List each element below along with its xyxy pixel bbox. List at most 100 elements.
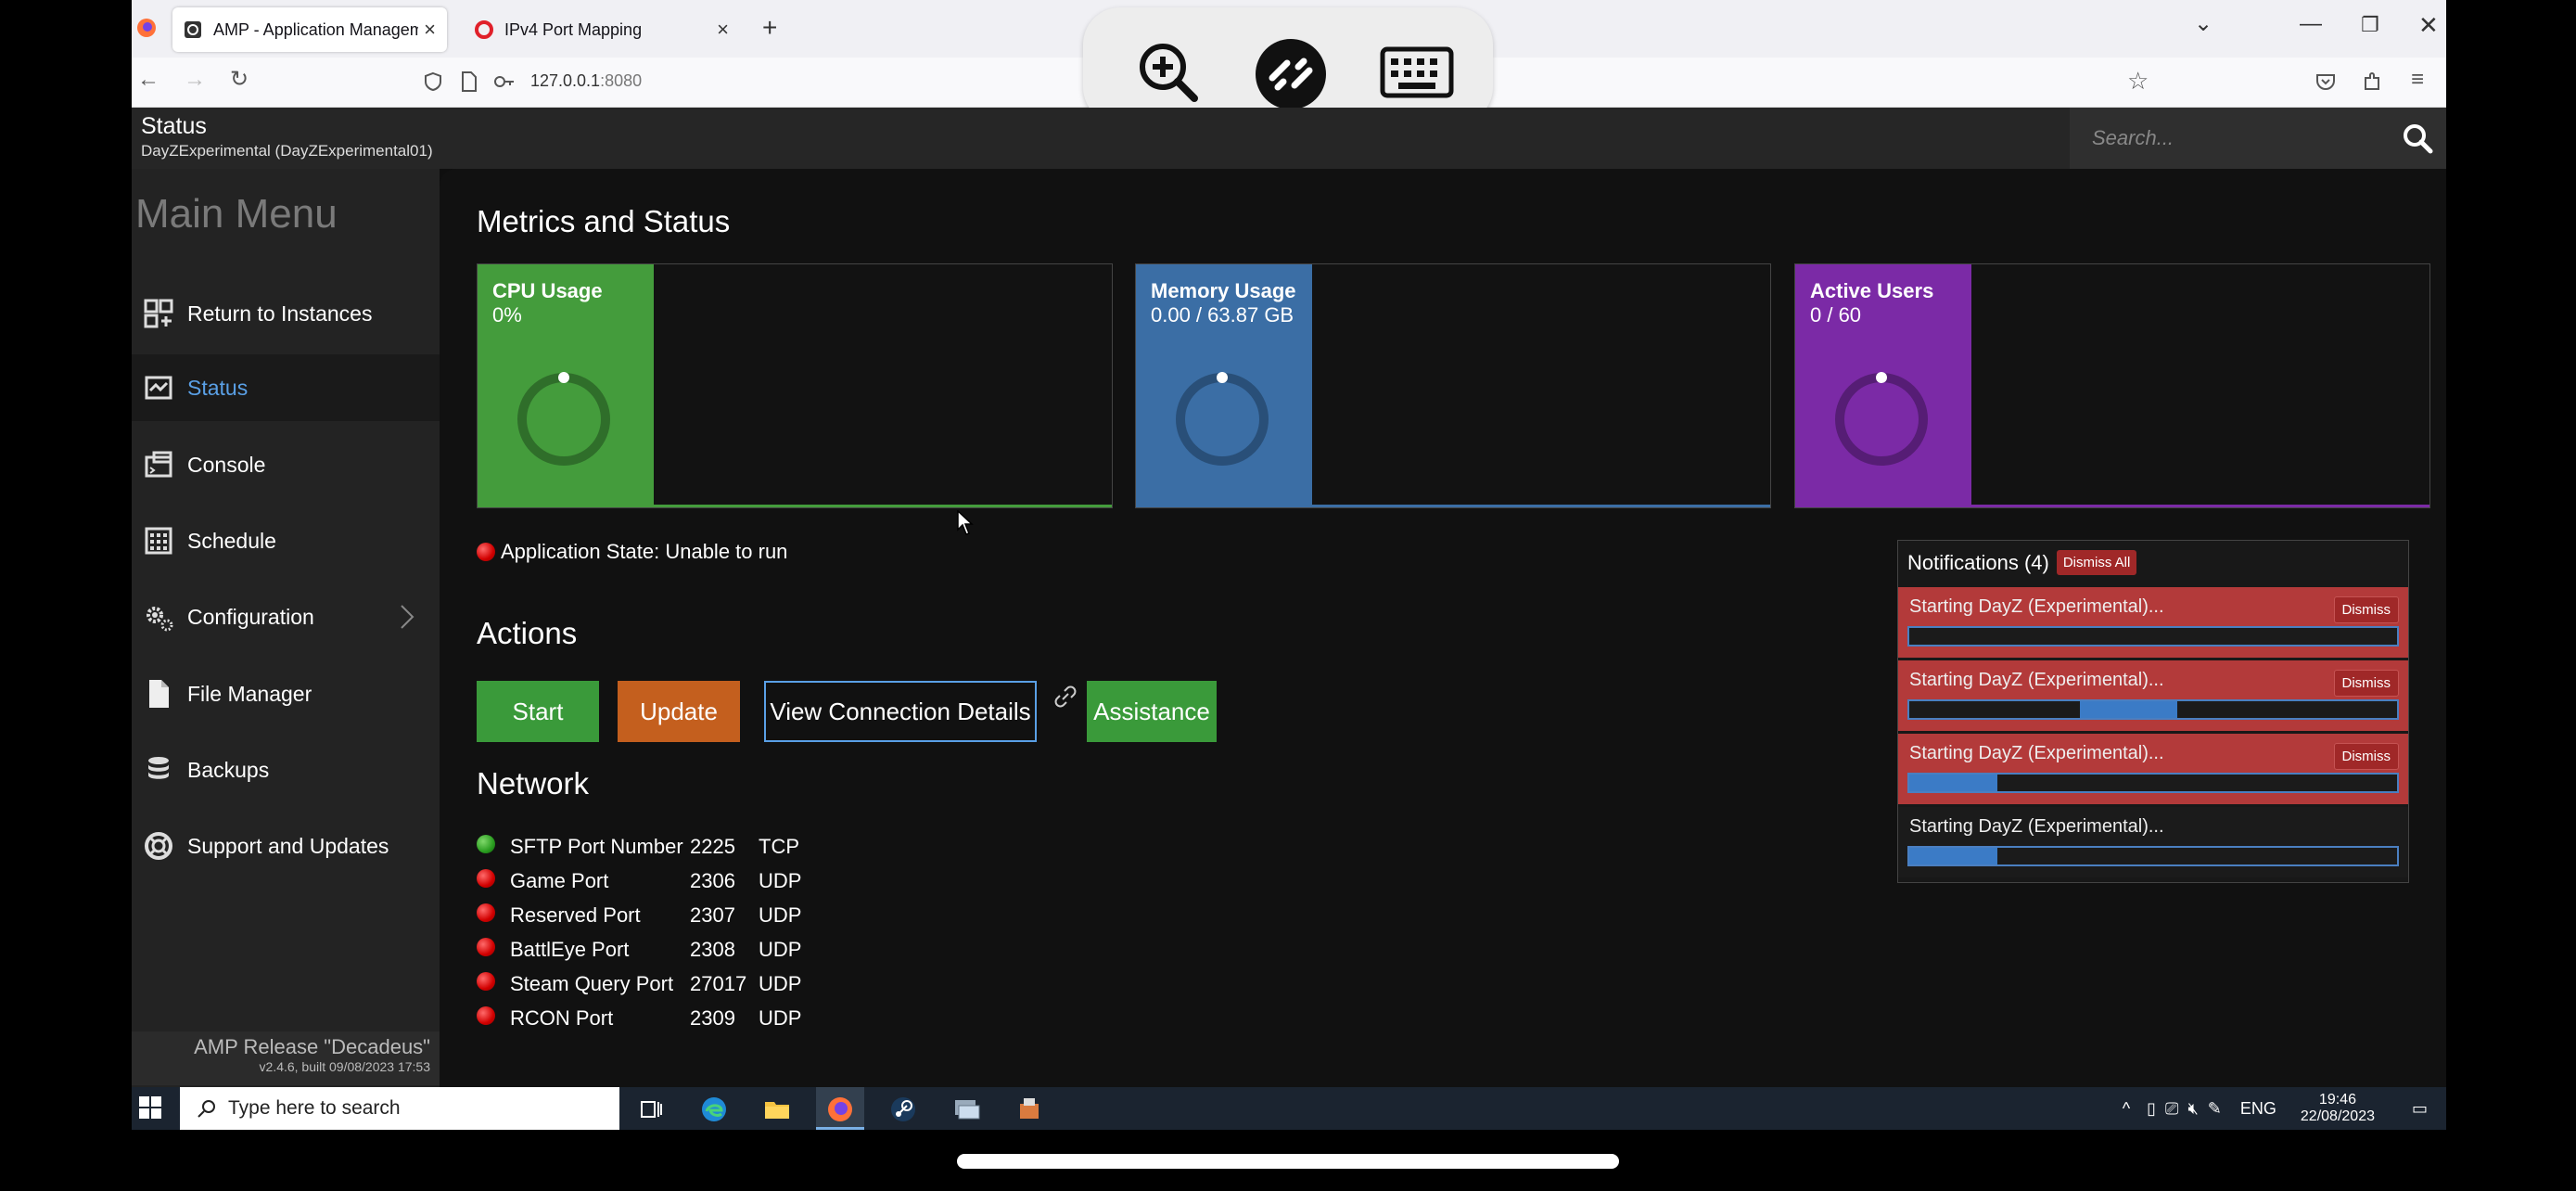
list-tabs-icon[interactable]: ⌄ xyxy=(2194,13,2213,35)
search-icon[interactable] xyxy=(2402,122,2433,154)
sidebar-title: Main Menu xyxy=(135,191,338,237)
firefox-taskbar-icon[interactable] xyxy=(825,1095,855,1124)
network-row: BattlEye Port 2308 UDP xyxy=(477,932,801,967)
remote-app-icon[interactable] xyxy=(1014,1095,1044,1124)
port-number: 2309 xyxy=(690,1005,735,1030)
minimize-icon[interactable]: — xyxy=(2300,13,2322,35)
network-config-icon[interactable] xyxy=(951,1095,981,1124)
search-input[interactable] xyxy=(2070,108,2385,169)
dismiss-all-button[interactable]: Dismiss All xyxy=(2056,550,2137,575)
port-name: SFTP Port Number xyxy=(510,834,683,858)
sidebar-item-backups[interactable]: Backups xyxy=(132,736,440,803)
notification-text: Starting DayZ (Experimental)... xyxy=(1909,670,2164,690)
sidebar-item-configuration[interactable]: Configuration xyxy=(132,583,440,650)
new-tab-icon[interactable]: + xyxy=(762,15,777,41)
sidebar-item-label: Return to Instances xyxy=(187,301,373,326)
sidebar-item-console[interactable]: Console xyxy=(132,431,440,498)
users-bottom-line xyxy=(1795,505,2429,507)
sidebar-item-label: Configuration xyxy=(187,604,314,629)
dismiss-button[interactable]: Dismiss xyxy=(2333,743,2399,770)
sidebar-item-status[interactable]: Status xyxy=(132,354,440,421)
edge-icon[interactable] xyxy=(699,1095,729,1124)
memory-gauge-ring xyxy=(1176,372,1269,466)
remote-connect-icon[interactable] xyxy=(1254,37,1328,111)
restore-icon[interactable]: ❐ xyxy=(2361,15,2379,35)
database-icon xyxy=(148,757,169,779)
task-view-icon[interactable] xyxy=(636,1095,666,1124)
port-protocol: UDP xyxy=(759,1005,802,1030)
notification-center-icon[interactable]: ▭ xyxy=(2412,1099,2428,1119)
sidebar-item-label: Support and Updates xyxy=(187,833,389,858)
dismiss-button[interactable]: Dismiss xyxy=(2333,670,2399,697)
firefox-icon[interactable] xyxy=(135,17,158,39)
clock[interactable]: 19:46 22/08/2023 xyxy=(2301,1092,2375,1126)
close-tab-icon[interactable]: × xyxy=(717,18,729,42)
port-protocol: UDP xyxy=(759,971,802,995)
language-indicator[interactable]: ENG xyxy=(2240,1099,2276,1119)
cpu-usage-value: 0% xyxy=(492,303,522,327)
hamburger-menu-icon[interactable]: ≡ xyxy=(2411,69,2424,91)
taskbar-search-placeholder: Type here to search xyxy=(228,1097,401,1119)
tab-amp[interactable]: AMP - Application Managem × xyxy=(172,7,447,52)
application-state-text: Application State: Unable to run xyxy=(501,540,788,563)
taskbar-search[interactable]: Type here to search xyxy=(180,1087,619,1130)
shield-icon[interactable] xyxy=(423,71,443,92)
metrics-heading: Metrics and Status xyxy=(477,204,731,238)
sidebar-item-support-and-updates[interactable]: Support and Updates xyxy=(132,813,440,879)
network-row: Reserved Port 2307 UDP xyxy=(477,898,801,932)
url-bar[interactable]: 127.0.0.1:8080 xyxy=(530,71,642,91)
active-users-label: Active Users xyxy=(1810,279,1934,302)
console-icon xyxy=(145,451,172,478)
windows-start-icon[interactable] xyxy=(137,1095,163,1121)
dismiss-button[interactable]: Dismiss xyxy=(2333,596,2399,623)
keyboard-icon[interactable] xyxy=(1380,46,1454,98)
mouse-cursor-icon xyxy=(957,510,974,535)
start-button[interactable]: Start xyxy=(477,681,599,742)
notification-text: Starting DayZ (Experimental)... xyxy=(1909,596,2164,617)
sidebar-item-label: Schedule xyxy=(187,528,276,553)
pocket-icon[interactable] xyxy=(2315,70,2337,93)
reload-icon[interactable]: ↻ xyxy=(230,69,249,91)
port-number: 2307 xyxy=(690,903,735,927)
pen-icon[interactable]: ✎ xyxy=(2208,1099,2222,1119)
file-explorer-icon[interactable] xyxy=(762,1095,792,1124)
file-icon xyxy=(149,680,169,708)
network-row: Game Port 2306 UDP xyxy=(477,864,801,898)
status-icon xyxy=(145,376,172,400)
tray-overflow-icon[interactable]: ^ xyxy=(2123,1099,2130,1119)
cpu-bottom-line xyxy=(478,505,1112,507)
sidebar-item-file-manager[interactable]: File Manager xyxy=(132,660,440,727)
zoom-in-icon[interactable] xyxy=(1135,39,1200,104)
update-button[interactable]: Update xyxy=(618,681,740,742)
url-host: 127.0.0.1 xyxy=(530,71,601,90)
tab-ipv4-port-mapping[interactable]: IPv4 Port Mapping × xyxy=(464,7,740,52)
gear-icon xyxy=(147,607,173,632)
sidebar-item-return-to-instances[interactable]: Return to Instances xyxy=(132,280,440,347)
volume-muted-icon[interactable]: 🔇︎ xyxy=(2187,1099,2198,1119)
instance-subtitle: DayZExperimental (DayZExperimental01) xyxy=(141,142,433,160)
extensions-icon[interactable] xyxy=(2361,70,2383,93)
view-connection-details-button[interactable]: View Connection Details xyxy=(764,681,1037,742)
screen: AMP - Application Managem × IPv4 Port Ma… xyxy=(132,0,2446,1130)
page-icon[interactable] xyxy=(460,71,478,92)
home-indicator[interactable] xyxy=(957,1154,1619,1169)
bookmark-star-icon[interactable]: ☆ xyxy=(2127,69,2149,93)
clock-time: 19:46 xyxy=(2318,1091,2356,1108)
battery-icon[interactable]: ▯ xyxy=(2147,1099,2156,1119)
forward-icon[interactable]: → xyxy=(184,69,206,91)
close-tab-icon[interactable]: × xyxy=(424,18,436,42)
port-name: Steam Query Port xyxy=(510,971,674,995)
network-icon[interactable]: ⎚ xyxy=(2165,1099,2178,1119)
steam-icon[interactable] xyxy=(888,1095,918,1124)
port-name: Game Port xyxy=(510,868,609,892)
notification-item: Starting DayZ (Experimental)... Dismiss xyxy=(1898,660,2408,731)
key-icon[interactable] xyxy=(493,72,516,91)
sidebar-item-schedule[interactable]: Schedule xyxy=(132,507,440,574)
back-icon[interactable]: ← xyxy=(137,69,159,91)
port-protocol: TCP xyxy=(759,834,799,858)
close-window-icon[interactable]: ✕ xyxy=(2418,13,2439,37)
assistance-button[interactable]: Assistance xyxy=(1087,681,1217,742)
actions-heading: Actions xyxy=(477,616,578,650)
system-tray: ^ ▯ ⎚ 🔇︎ ✎ ENG 19:46 22/08/2023 ▭ xyxy=(2123,1087,2428,1130)
link-icon[interactable] xyxy=(1053,685,1078,709)
